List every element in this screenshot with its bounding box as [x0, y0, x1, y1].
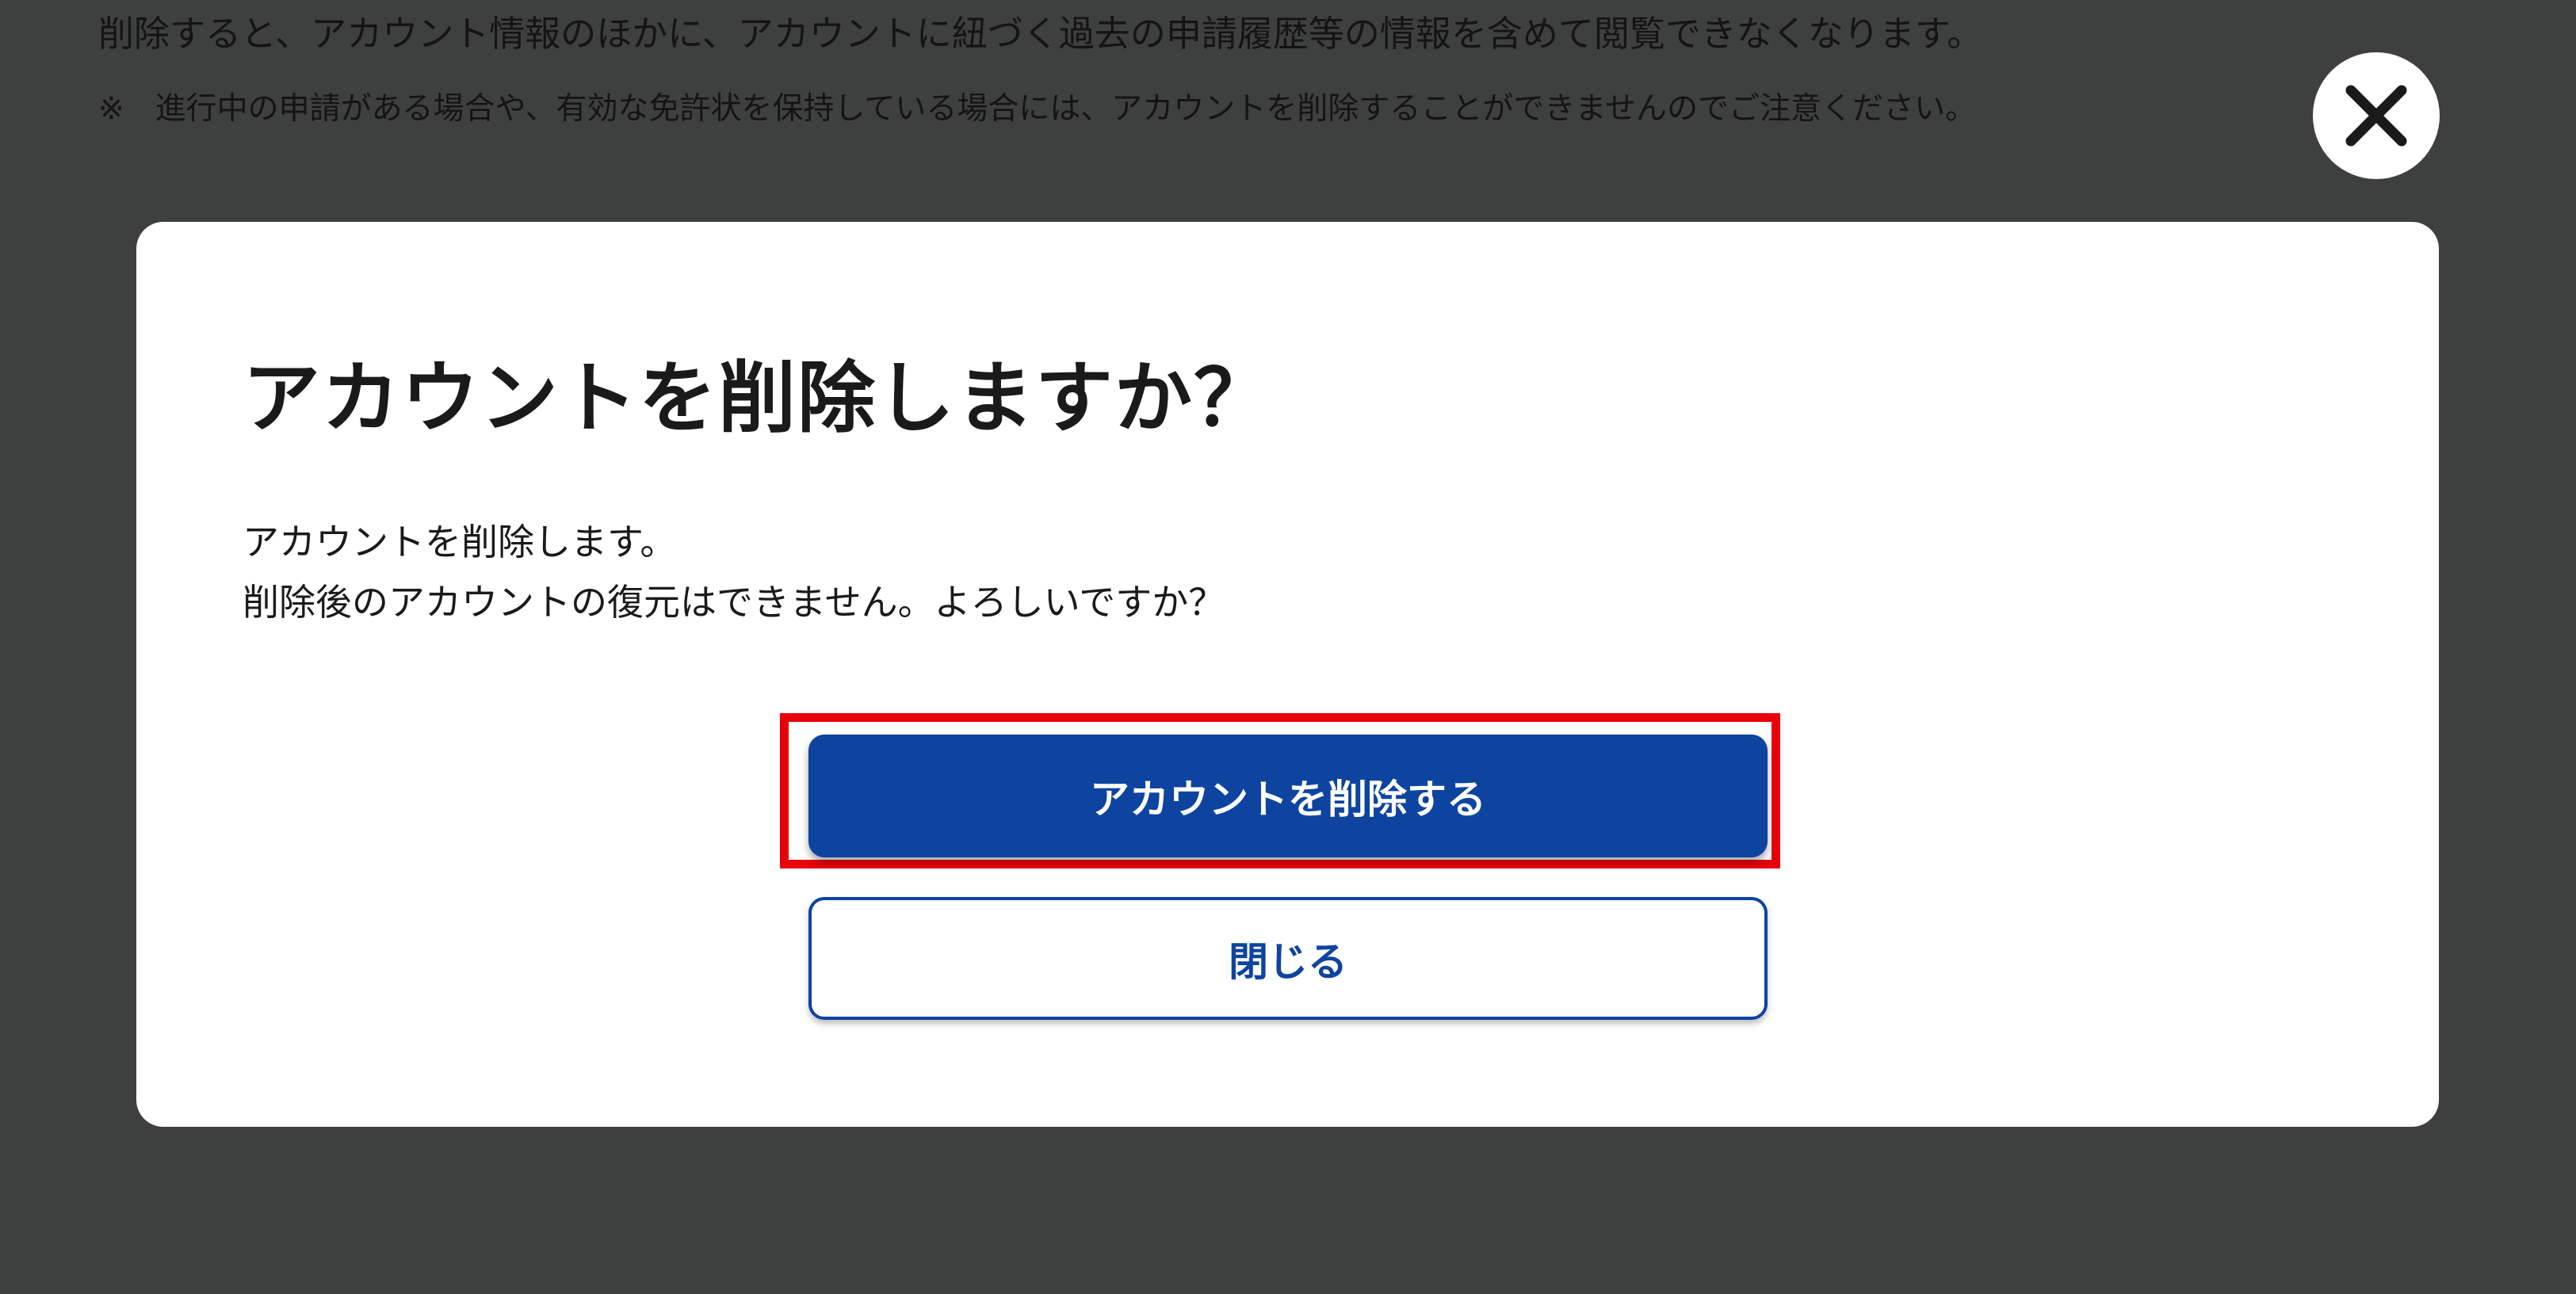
dialog-title: アカウントを削除しますか？: [243, 353, 1274, 444]
delete-caution-text: ※ 進行中の申請がある場合や、有効な免許状を保持している場合には、アカウントを削…: [98, 91, 1977, 127]
dialog-message: アカウントを削除します。 削除後のアカウントの復元はできません。よろしいですか？: [243, 512, 1225, 632]
delete-account-button[interactable]: アカウントを削除する: [808, 735, 1768, 857]
dialog-message-line: 削除後のアカウントの復元はできません。よろしいですか？: [243, 581, 1225, 624]
overlay-close-button[interactable]: [2313, 52, 2440, 179]
delete-notice-text: 削除すると、アカウント情報のほかに、アカウントに紐づく過去の申請履歴等の情報を含…: [98, 13, 1983, 55]
close-dialog-button[interactable]: 閉じる: [808, 897, 1768, 1020]
delete-account-dialog: アカウントを削除しますか？ アカウントを削除します。 削除後のアカウントの復元は…: [136, 222, 2439, 1127]
close-icon: [2345, 85, 2407, 147]
dialog-message-line: アカウントを削除します。: [243, 521, 677, 563]
